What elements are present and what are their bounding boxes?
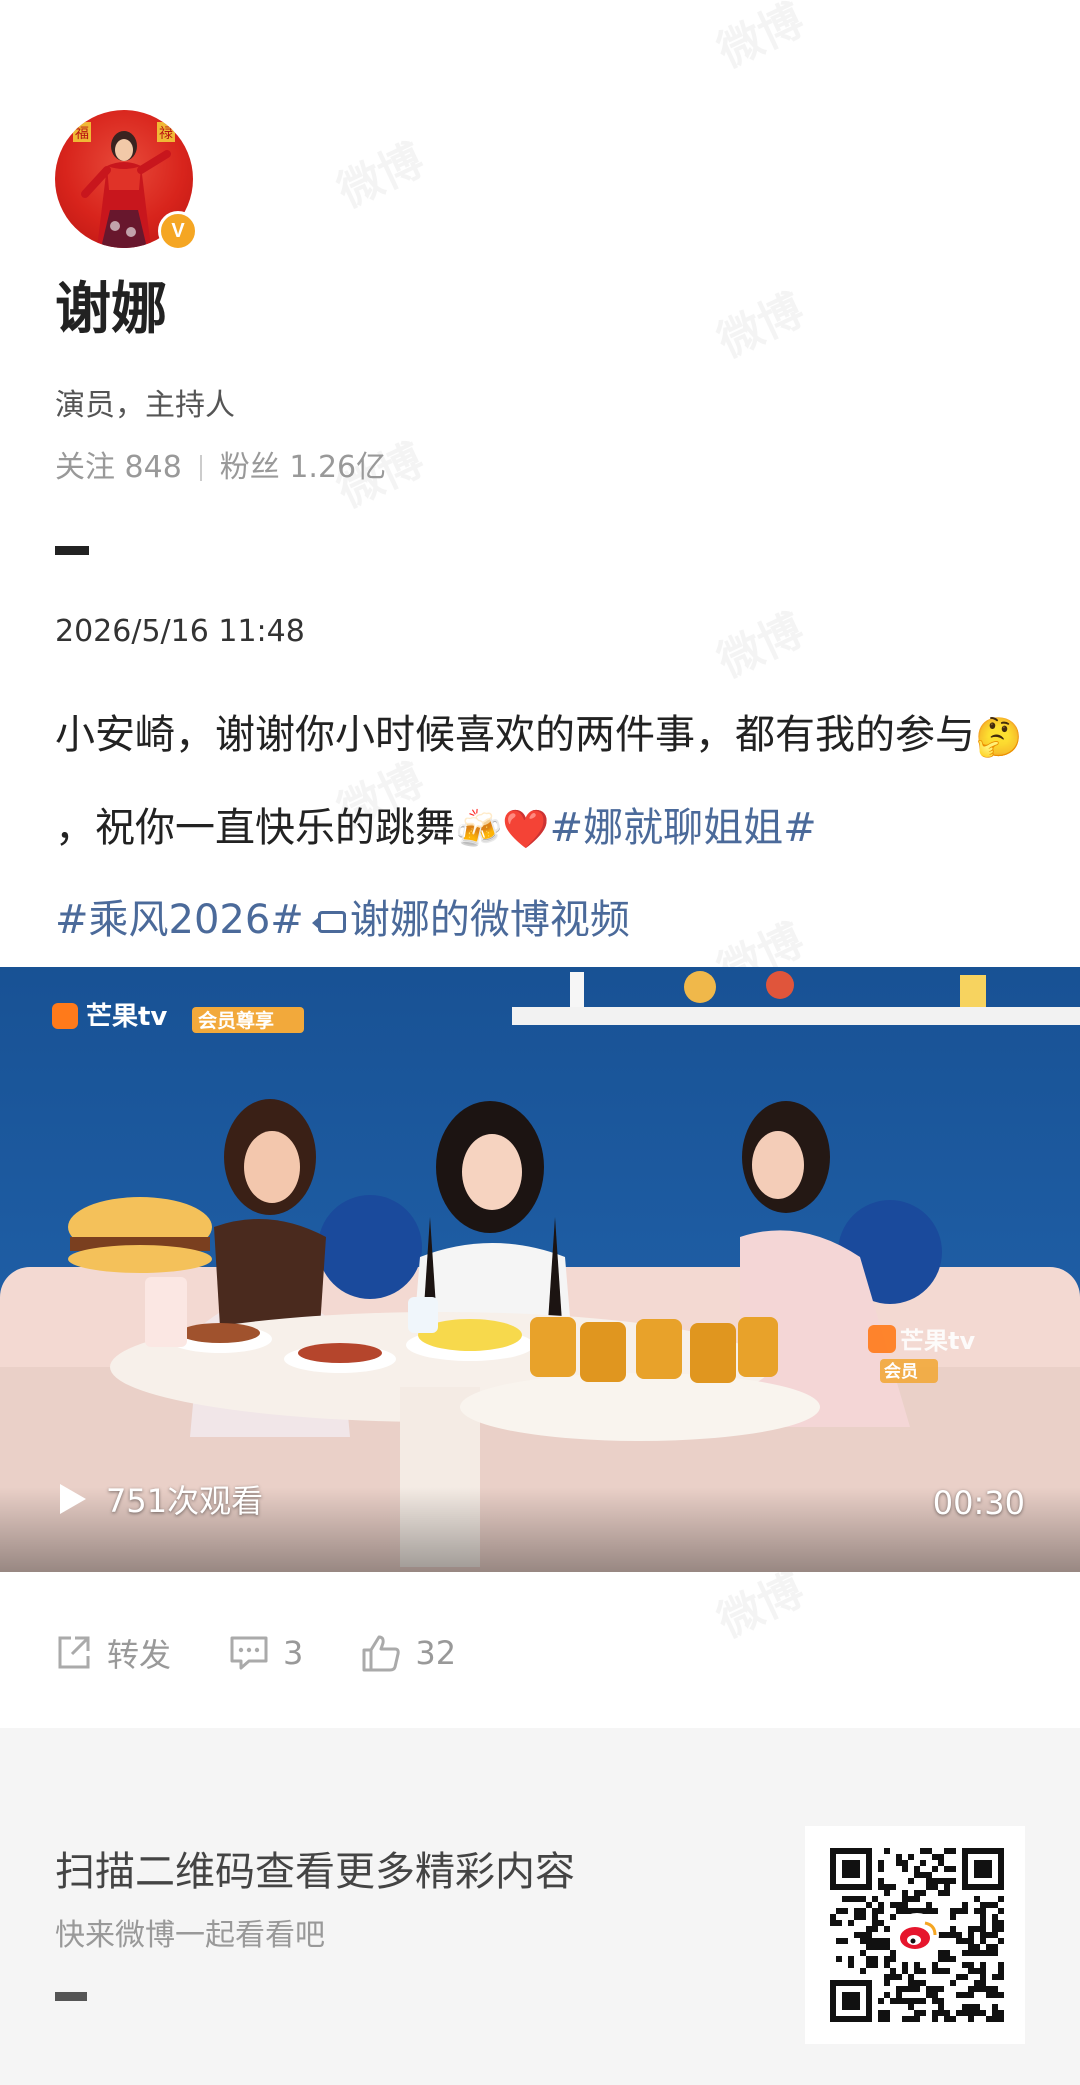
video-player[interactable]: 芒果tv 会员尊享 芒果tv 会员 751次观看 00:30 <box>0 967 1080 1572</box>
footer-qr-section: 扫描二维码查看更多精彩内容 快来微博一起看看吧 <box>0 1728 1080 2085</box>
post-text: 小安崎，谢谢你小时候喜欢的两件事，都有我的参与🤔 ，祝你一直快乐的跳舞🍻❤️#娜就… <box>55 690 1040 966</box>
hashtag-link[interactable]: #娜就聊姐姐# <box>550 805 817 851</box>
play-icon[interactable] <box>60 1484 86 1514</box>
avatar[interactable]: 福 禄 V <box>55 110 198 251</box>
avatar-text-right: 禄 <box>159 126 173 142</box>
post-actions: 转发 3 32 <box>55 1630 514 1676</box>
footer-subtitle: 快来微博一起看看吧 <box>55 1918 325 1953</box>
verified-badge: V <box>158 211 198 251</box>
thumbs-up-icon <box>362 1635 401 1672</box>
video-link[interactable]: 谢娜的微博视频 <box>311 897 630 943</box>
share-icon <box>58 1636 90 1669</box>
watermark: 微博 <box>706 0 813 80</box>
following-count[interactable]: 关注 848 <box>55 448 182 488</box>
video-duration: 00:30 <box>932 1484 1025 1522</box>
profile-name[interactable]: 谢娜 <box>55 275 167 345</box>
post-timestamp: 2026/5/16 11:48 <box>55 614 305 649</box>
followers-count[interactable]: 粉丝 1.26亿 <box>220 448 386 488</box>
thinking-emoji-icon: 🤔 <box>975 714 1023 759</box>
qr-code-image <box>830 1848 1004 2022</box>
mgtv-vip-badge: 会员尊享 <box>198 1009 274 1032</box>
divider <box>199 455 202 481</box>
footer-divider <box>55 1992 87 2001</box>
comment-icon <box>230 1636 268 1670</box>
video-camera-icon <box>311 911 346 933</box>
like-button[interactable]: 32 <box>361 1633 456 1673</box>
profile-bio: 演员，主持人 <box>55 388 235 423</box>
watermark: 微博 <box>706 274 813 369</box>
comment-button[interactable]: 3 <box>229 1634 303 1672</box>
mgtv-logo: 芒果tv <box>86 1002 167 1032</box>
comment-count: 3 <box>283 1634 304 1672</box>
video-view-count[interactable]: 751次观看 <box>60 1476 263 1522</box>
post-text-part1: 小安崎，谢谢你小时候喜欢的两件事，都有我的参与 <box>55 712 975 758</box>
mgtv-corner-logo: 芒果tv <box>900 1327 975 1355</box>
repost-label: 转发 <box>107 1636 172 1674</box>
footer-title: 扫描二维码查看更多精彩内容 <box>55 1849 575 1895</box>
qr-code[interactable] <box>805 1826 1025 2044</box>
video-views-label: 751次观看 <box>106 1482 264 1520</box>
beers-emoji-icon: 🍻 <box>455 807 503 851</box>
hashtag-link[interactable]: #乘风2026# <box>55 897 304 943</box>
heart-emoji-icon: ❤️ <box>502 807 550 851</box>
watermark: 微博 <box>706 594 813 689</box>
avatar-text-left: 福 <box>75 126 89 142</box>
post-text-part2: ，祝你一直快乐的跳舞 <box>55 804 455 851</box>
section-divider <box>55 546 89 555</box>
like-count: 32 <box>415 1634 457 1672</box>
video-link-label: 谢娜的微博视频 <box>349 897 630 943</box>
mgtv-corner-badge: 会员 <box>884 1361 918 1382</box>
repost-button[interactable]: 转发 <box>55 1630 171 1676</box>
profile-stats: 关注 848 粉丝 1.26亿 <box>55 448 386 488</box>
watermark: 微博 <box>326 124 433 219</box>
